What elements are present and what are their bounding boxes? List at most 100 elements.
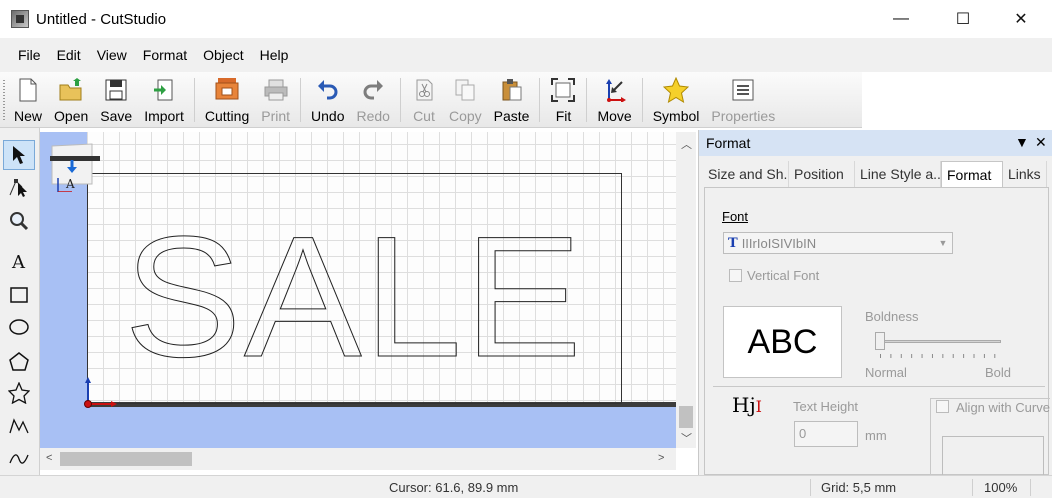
properties-label: Properties <box>711 108 776 124</box>
menu-object[interactable]: Object <box>195 47 251 63</box>
font-select[interactable]: T IIIrIoISIVIbIN ▼ <box>723 232 953 254</box>
text-height-glyph: HjI <box>732 393 762 417</box>
copy-label: Copy <box>448 108 482 124</box>
redo-arrow-icon <box>360 77 386 103</box>
tab-position[interactable]: Position <box>789 161 855 187</box>
menu-view[interactable]: View <box>89 47 135 63</box>
import-label: Import <box>144 108 184 124</box>
text-height-input[interactable]: 0 <box>794 421 858 447</box>
print-button[interactable]: Print <box>255 72 296 128</box>
text-tool[interactable]: A <box>3 246 35 276</box>
toolbar-separator <box>641 78 643 122</box>
tab-line-style[interactable]: Line Style a... <box>855 161 941 187</box>
paste-button[interactable]: Paste <box>488 72 536 128</box>
format-tab-body: Font T IIIrIoISIVIbIN ▼ Vertical Font AB… <box>704 187 1050 478</box>
polyline-tool[interactable] <box>3 411 35 441</box>
font-select-value: IIIrIoISIVIbIN <box>741 235 817 251</box>
window-title: Untitled - CutStudio <box>36 10 167 28</box>
font-preview: ABC <box>723 306 842 378</box>
scroll-left-arrow[interactable]: < <box>46 452 52 464</box>
properties-button[interactable]: Properties <box>705 72 781 128</box>
redo-button[interactable]: Redo <box>351 72 396 128</box>
symbol-label: Symbol <box>652 108 700 124</box>
cutting-machine-icon[interactable]: A <box>48 138 100 193</box>
copy-pages-icon <box>452 77 478 103</box>
fit-button[interactable]: Fit <box>544 72 582 128</box>
node-edit-icon <box>9 179 27 197</box>
pentagon-icon <box>9 352 29 371</box>
vertical-font-checkbox[interactable] <box>729 269 742 282</box>
curve-tool[interactable] <box>3 443 35 473</box>
menu-edit[interactable]: Edit <box>49 47 89 63</box>
symbol-button[interactable]: Symbol <box>647 72 706 128</box>
polygon-tool[interactable] <box>3 346 35 376</box>
ellipse-tool[interactable] <box>3 312 35 342</box>
cut-button[interactable]: Cut <box>405 72 443 128</box>
import-icon <box>151 77 177 103</box>
save-disk-icon <box>103 77 129 103</box>
undo-button[interactable]: Undo <box>305 72 350 128</box>
clipboard-paste-icon <box>499 77 525 103</box>
rectangle-tool[interactable] <box>3 280 35 310</box>
undo-label: Undo <box>311 108 345 124</box>
title-bar: Untitled - CutStudio — ☐ ✕ <box>0 0 1052 38</box>
node-edit-tool[interactable] <box>3 172 35 202</box>
section-divider <box>713 386 1045 387</box>
text-height-label: Text Height <box>793 399 859 414</box>
open-button[interactable]: Open <box>48 72 94 128</box>
grid-size: Grid: 5,5 mm <box>821 480 897 495</box>
zoom-tool[interactable] <box>3 206 35 236</box>
font-label: Font <box>722 209 749 224</box>
star-tool[interactable] <box>3 378 35 408</box>
star-symbol-icon <box>663 77 690 103</box>
panel-close-icon[interactable]: ✕ <box>1035 134 1047 151</box>
machine-origin-label: A <box>65 177 75 191</box>
drawing-canvas[interactable]: SALE A <box>40 132 676 448</box>
select-tool[interactable] <box>3 140 35 170</box>
maximize-button[interactable]: ☐ <box>940 0 986 38</box>
toolbar-grip[interactable] <box>0 72 8 128</box>
menu-file[interactable]: File <box>10 47 49 63</box>
star-outline-icon <box>8 382 30 404</box>
copy-button[interactable]: Copy <box>443 72 488 128</box>
scissors-icon <box>411 77 437 103</box>
status-separator <box>972 479 973 496</box>
toolbar-empty-area <box>862 72 1052 128</box>
close-button[interactable]: ✕ <box>998 0 1044 38</box>
panel-menu-icon[interactable]: ▼ <box>1015 134 1029 150</box>
horizontal-scrollbar[interactable]: < > <box>40 448 676 470</box>
origin-axes-icon <box>84 377 117 408</box>
boldness-slider-track[interactable] <box>877 340 1001 343</box>
vertical-scroll-thumb[interactable] <box>679 406 693 428</box>
new-button[interactable]: New <box>8 72 48 128</box>
tab-links[interactable]: Links <box>1003 161 1047 187</box>
text-a-icon: A <box>11 252 26 271</box>
move-button[interactable]: Move <box>591 72 637 128</box>
text-height-unit: mm <box>865 428 887 443</box>
panel-tabs: Size and Sh... Position Line Style a... … <box>703 161 1047 187</box>
cut-label: Cut <box>413 108 435 124</box>
scroll-right-arrow[interactable]: > <box>658 452 664 464</box>
scroll-down-arrow[interactable]: ﹀ <box>681 430 692 446</box>
boldness-slider-thumb[interactable] <box>875 332 885 350</box>
menu-help[interactable]: Help <box>252 47 297 63</box>
pointer-arrow-icon <box>13 146 25 164</box>
tab-format[interactable]: Format <box>941 161 1003 187</box>
vertical-scrollbar[interactable]: ︿ ﹀ <box>676 132 696 448</box>
chevron-down-icon[interactable]: ▼ <box>934 233 952 253</box>
boldness-bold-label: Bold <box>985 365 1012 380</box>
save-button[interactable]: Save <box>94 72 138 128</box>
menu-format[interactable]: Format <box>135 47 195 63</box>
cutting-label: Cutting <box>204 108 250 124</box>
sale-text-outline[interactable]: SALE <box>40 132 676 404</box>
origin-marker <box>80 374 120 413</box>
import-button[interactable]: Import <box>138 72 190 128</box>
print-label: Print <box>261 108 291 124</box>
tab-size-and-shape[interactable]: Size and Sh... <box>703 161 789 187</box>
cutting-button[interactable]: Cutting <box>199 72 255 128</box>
align-with-curve-checkbox[interactable] <box>936 400 949 413</box>
scroll-up-arrow[interactable]: ︿ <box>681 136 692 152</box>
panel-title: Format <box>706 135 751 151</box>
minimize-button[interactable]: — <box>878 0 924 38</box>
horizontal-scroll-thumb[interactable] <box>60 452 192 466</box>
